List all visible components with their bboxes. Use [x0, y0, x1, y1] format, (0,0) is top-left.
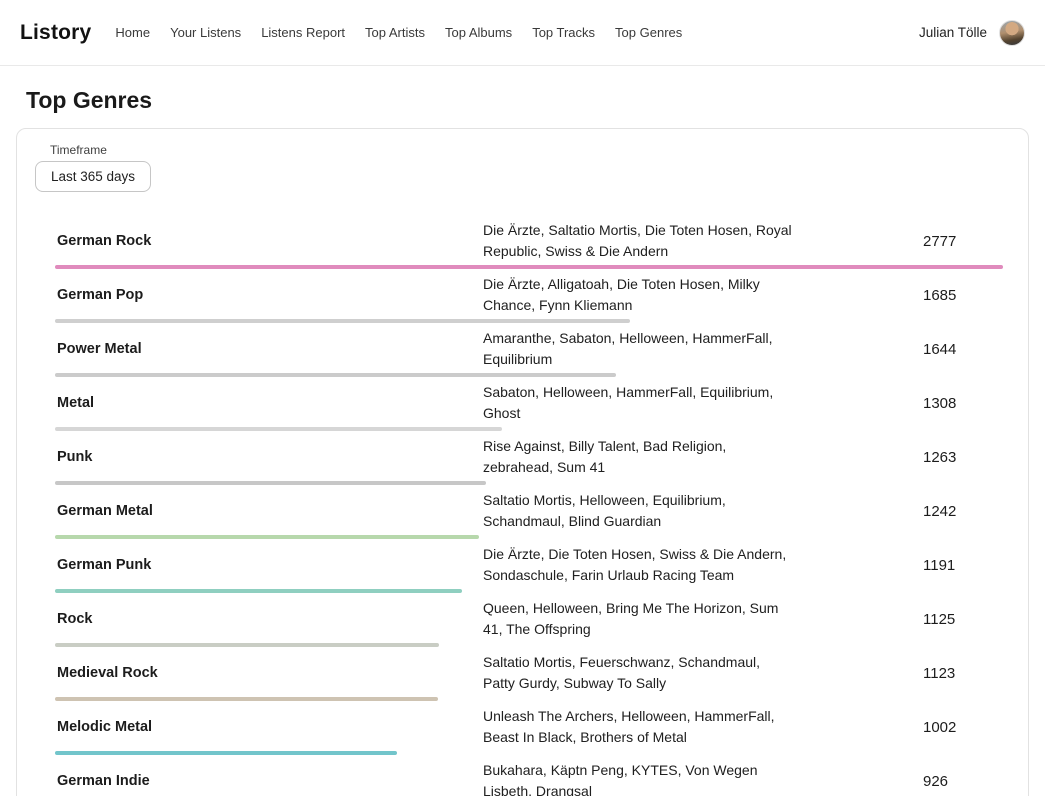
user-name: Julian Tölle	[919, 25, 987, 40]
genre-name: Melodic Metal	[57, 719, 483, 735]
genre-artists: Saltatio Mortis, Helloween, Equilibrium,…	[483, 490, 795, 532]
nav-item-home[interactable]: Home	[115, 25, 150, 40]
genre-name: Punk	[57, 449, 483, 465]
nav-item-listens-report[interactable]: Listens Report	[261, 25, 345, 40]
brand-logo[interactable]: Listory	[20, 21, 91, 45]
genre-name: Power Metal	[57, 341, 483, 357]
genre-count: 2777	[923, 233, 985, 250]
genre-count: 1002	[923, 719, 985, 736]
genre-count: 1308	[923, 395, 985, 412]
genre-count: 1242	[923, 503, 985, 520]
genre-name: German Metal	[57, 503, 483, 519]
genre-artists: Die Ärzte, Saltatio Mortis, Die Toten Ho…	[483, 220, 795, 262]
genre-name: German Punk	[57, 557, 483, 573]
genre-name: Metal	[57, 395, 483, 411]
genre-row: German Metal Saltatio Mortis, Helloween,…	[17, 485, 1028, 539]
genre-count: 1644	[923, 341, 985, 358]
genre-row: Medieval Rock Saltatio Mortis, Feuerschw…	[17, 647, 1028, 701]
genre-row: Rock Queen, Helloween, Bring Me The Hori…	[17, 593, 1028, 647]
genre-count: 1191	[923, 557, 985, 574]
genre-artists: Die Ärzte, Alligatoah, Die Toten Hosen, …	[483, 274, 795, 316]
genre-name: Medieval Rock	[57, 665, 483, 681]
genre-artists: Bukahara, Käptn Peng, KYTES, Von Wegen L…	[483, 760, 795, 796]
genre-row: Melodic Metal Unleash The Archers, Hello…	[17, 701, 1028, 755]
nav-item-top-artists[interactable]: Top Artists	[365, 25, 425, 40]
timeframe-block: Timeframe Last 365 days	[35, 143, 1028, 192]
nav-item-top-albums[interactable]: Top Albums	[445, 25, 512, 40]
genre-name: Rock	[57, 611, 483, 627]
genre-row: German Indie Bukahara, Käptn Peng, KYTES…	[17, 755, 1028, 796]
timeframe-select-button[interactable]: Last 365 days	[35, 161, 151, 192]
genre-count: 1263	[923, 449, 985, 466]
nav-item-top-genres[interactable]: Top Genres	[615, 25, 682, 40]
top-genres-card: Timeframe Last 365 days German Rock Die …	[16, 128, 1029, 796]
genre-row: German Rock Die Ärzte, Saltatio Mortis, …	[17, 215, 1028, 269]
genre-name: German Pop	[57, 287, 483, 303]
genre-count: 1125	[923, 611, 985, 628]
genre-name: German Rock	[57, 233, 483, 249]
genre-count: 1685	[923, 287, 985, 304]
genre-artists: Queen, Helloween, Bring Me The Horizon, …	[483, 598, 795, 640]
nav-item-your-listens[interactable]: Your Listens	[170, 25, 241, 40]
genre-count: 1123	[923, 665, 985, 682]
genre-artists: Sabaton, Helloween, HammerFall, Equilibr…	[483, 382, 795, 424]
genre-name: German Indie	[57, 773, 483, 789]
genre-artists: Rise Against, Billy Talent, Bad Religion…	[483, 436, 795, 478]
nav-item-top-tracks[interactable]: Top Tracks	[532, 25, 595, 40]
genre-count: 926	[923, 773, 985, 790]
genre-row: German Pop Die Ärzte, Alligatoah, Die To…	[17, 269, 1028, 323]
page-title: Top Genres	[26, 87, 1019, 114]
genre-artists: Die Ärzte, Die Toten Hosen, Swiss & Die …	[483, 544, 795, 586]
genre-artists: Amaranthe, Sabaton, Helloween, HammerFal…	[483, 328, 795, 370]
genre-row: Punk Rise Against, Billy Talent, Bad Rel…	[17, 431, 1028, 485]
main-content: Top Genres Timeframe Last 365 days Germa…	[0, 87, 1045, 796]
genre-artists: Unleash The Archers, Helloween, HammerFa…	[483, 706, 795, 748]
timeframe-label: Timeframe	[35, 143, 1028, 157]
genre-row: Metal Sabaton, Helloween, HammerFall, Eq…	[17, 377, 1028, 431]
genre-row: Power Metal Amaranthe, Sabaton, Hellowee…	[17, 323, 1028, 377]
genre-artists: Saltatio Mortis, Feuerschwanz, Schandmau…	[483, 652, 795, 694]
genre-table: German Rock Die Ärzte, Saltatio Mortis, …	[17, 215, 1028, 796]
nav-links: Home Your Listens Listens Report Top Artist…	[115, 25, 682, 40]
user-avatar[interactable]	[999, 20, 1025, 46]
top-navbar: Listory Home Your Listens Listens Report To…	[0, 0, 1045, 66]
genre-row: German Punk Die Ärzte, Die Toten Hosen, …	[17, 539, 1028, 593]
